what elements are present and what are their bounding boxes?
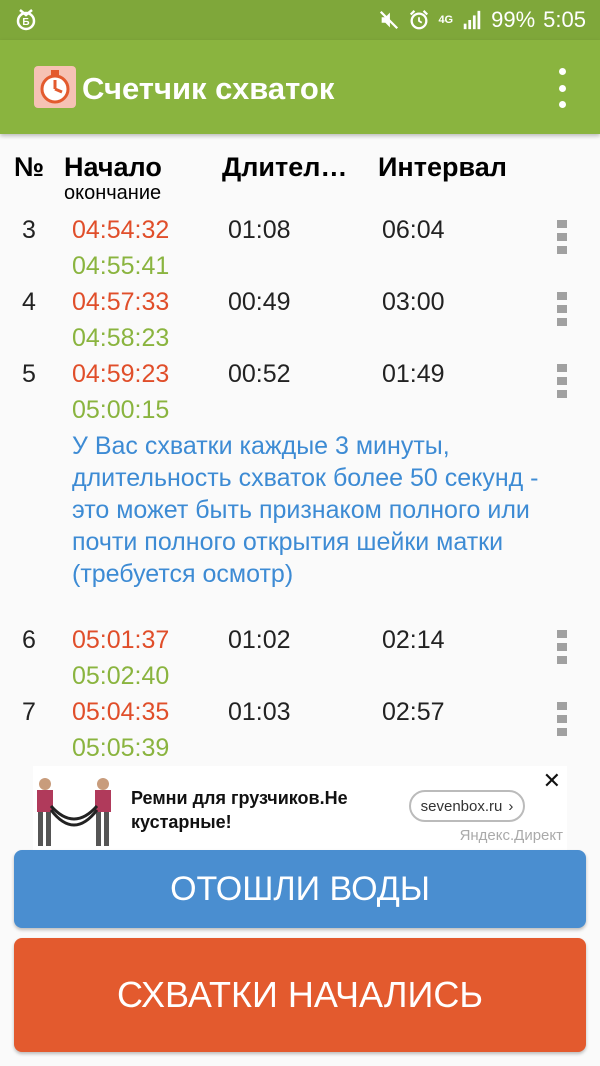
row-menu-icon[interactable] [556, 292, 568, 326]
table-row: 3 04:54:32 04:55:41 01:08 06:04 [0, 212, 600, 284]
mute-icon [380, 10, 399, 30]
row-interval: 02:14 [382, 626, 445, 654]
row-end-time: 05:02:40 [72, 662, 170, 690]
row-number: 7 [22, 698, 36, 726]
row-number: 6 [22, 626, 36, 654]
table-row: 6 05:01:37 05:02:40 01:02 02:14 [0, 622, 600, 694]
ad-link-button[interactable]: sevenbox.ru › [409, 790, 525, 822]
app-title: Счетчик схваток [82, 71, 335, 106]
contraction-warning: У Вас схватки каждые 3 минуты, длительно… [72, 432, 539, 588]
network-type: 4G [438, 14, 454, 26]
app-notification-icon: Б [16, 9, 36, 31]
status-bar: Б 4G 99% 5:05 [0, 0, 600, 40]
chevron-right-icon: › [508, 797, 514, 815]
column-start-sub: окончание [64, 182, 162, 204]
row-duration: 01:02 [228, 626, 291, 654]
row-end-time: 04:58:23 [72, 324, 170, 352]
more-vert-icon[interactable] [550, 68, 574, 108]
row-menu-icon[interactable] [556, 364, 568, 398]
row-start-time: 04:54:32 [72, 216, 170, 244]
row-start-time: 05:01:37 [72, 626, 170, 654]
row-duration: 00:49 [228, 288, 291, 316]
row-number: 4 [22, 288, 36, 316]
close-icon[interactable]: ✕ [543, 768, 561, 794]
app-bar: Счетчик схваток [0, 40, 600, 134]
alarm-icon [410, 10, 429, 30]
table-row: 5 04:59:23 05:00:15 00:52 01:49 [0, 356, 600, 428]
contractions-started-button[interactable]: СХВАТКИ НАЧАЛИСЬ [14, 938, 586, 1052]
table-row: 7 05:04:35 05:05:39 01:03 02:57 [0, 694, 600, 766]
app-logo-icon [34, 66, 76, 108]
row-end-time: 04:55:41 [72, 252, 170, 280]
signal-icon [463, 10, 481, 30]
column-interval: Интервал [378, 152, 507, 182]
battery-level: 99% [491, 7, 536, 32]
row-duration: 00:52 [228, 360, 291, 388]
ad-text[interactable]: Ремни для грузчиков.Не кустарные! [131, 786, 401, 834]
water-broke-button[interactable]: ОТОШЛИ ВОДЫ [14, 850, 586, 928]
table-row: 4 04:57:33 04:58:23 00:49 03:00 [0, 284, 600, 356]
row-start-time: 04:59:23 [72, 360, 170, 388]
row-number: 3 [22, 216, 36, 244]
table-header: № Начало окончание Длител… Интервал [0, 152, 600, 204]
ad-image[interactable] [33, 770, 119, 850]
column-number: № [14, 152, 45, 182]
row-number: 5 [22, 360, 36, 388]
row-start-time: 05:04:35 [72, 698, 170, 726]
row-end-time: 05:05:39 [72, 734, 170, 762]
row-start-time: 04:57:33 [72, 288, 170, 316]
row-menu-icon[interactable] [556, 702, 568, 736]
row-duration: 01:08 [228, 216, 291, 244]
svg-text:Б: Б [22, 17, 29, 28]
row-duration: 01:03 [228, 698, 291, 726]
row-interval: 01:49 [382, 360, 445, 388]
clock: 5:05 [543, 7, 586, 32]
column-duration: Длител… [222, 152, 348, 182]
ad-link-label: sevenbox.ru [420, 797, 503, 815]
row-interval: 02:57 [382, 698, 445, 726]
row-menu-icon[interactable] [556, 220, 568, 254]
ad-source: Яндекс.Директ [459, 827, 563, 844]
column-start: Начало [64, 152, 162, 182]
ad-banner[interactable]: Ремни для грузчиков.Не кустарные! sevenb… [33, 766, 567, 850]
row-menu-icon[interactable] [556, 630, 568, 664]
row-end-time: 05:00:15 [72, 396, 170, 424]
row-interval: 03:00 [382, 288, 445, 316]
row-interval: 06:04 [382, 216, 445, 244]
